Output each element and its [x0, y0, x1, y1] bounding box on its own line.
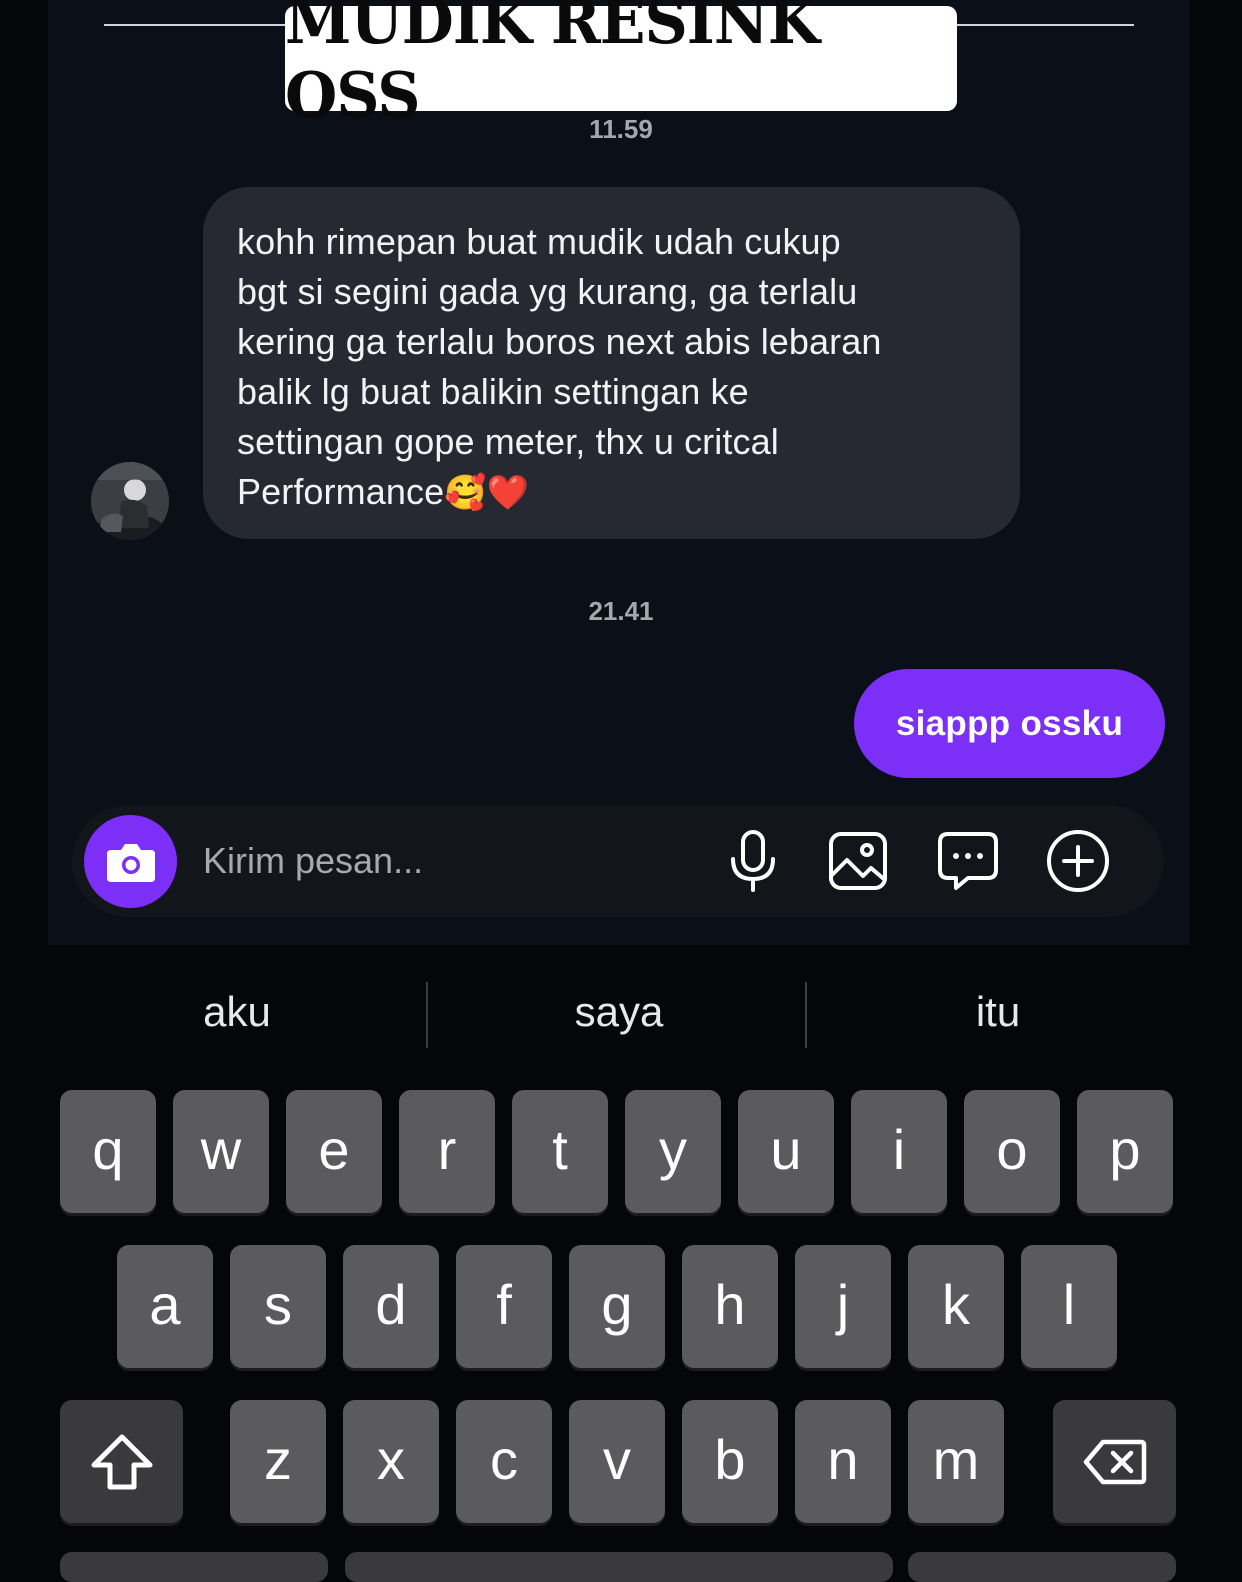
suggestion-2[interactable]: saya — [434, 988, 804, 1036]
gallery-icon — [829, 832, 887, 890]
key-l[interactable]: l — [1021, 1245, 1117, 1368]
header-divider-right — [956, 24, 1134, 26]
page-title: MUDIK RESINK OSS — [285, 0, 820, 132]
key-h[interactable]: h — [682, 1245, 778, 1368]
message-text: siappp ossku — [895, 703, 1124, 743]
shift-icon — [91, 1434, 152, 1489]
avatar-photo — [91, 462, 169, 540]
key-g[interactable]: g — [569, 1245, 665, 1368]
backspace-key[interactable] — [1053, 1400, 1176, 1523]
message-timestamp: 21.41 — [588, 596, 654, 626]
title-banner: MUDIK RESINK OSS — [285, 0, 957, 132]
key-w[interactable]: w — [173, 1090, 269, 1213]
numbers-key[interactable] — [60, 1552, 328, 1582]
suggestion-3[interactable]: itu — [813, 988, 1183, 1036]
key-x[interactable]: x — [343, 1400, 439, 1523]
message-emoji: 🥰❤️ — [444, 474, 530, 512]
key-u[interactable]: u — [738, 1090, 834, 1213]
backspace-icon — [1083, 1439, 1146, 1484]
key-c[interactable]: c — [456, 1400, 552, 1523]
gallery-button[interactable] — [823, 826, 893, 896]
key-k[interactable]: k — [908, 1245, 1004, 1368]
camera-icon — [106, 843, 155, 882]
message-timestamp: 11.59 — [589, 114, 653, 144]
key-m[interactable]: m — [908, 1400, 1004, 1523]
key-v[interactable]: v — [569, 1400, 665, 1523]
space-key[interactable] — [345, 1552, 893, 1582]
suggestion-divider — [426, 982, 428, 1048]
return-key[interactable] — [908, 1552, 1176, 1582]
outgoing-message-bubble[interactable]: siappp ossku — [854, 669, 1165, 778]
key-o[interactable]: o — [964, 1090, 1060, 1213]
key-b[interactable]: b — [682, 1400, 778, 1523]
key-e[interactable]: e — [286, 1090, 382, 1213]
camera-button[interactable] — [84, 815, 177, 908]
key-r[interactable]: r — [399, 1090, 495, 1213]
message-input[interactable] — [203, 836, 683, 886]
key-f[interactable]: f — [456, 1245, 552, 1368]
incoming-message-bubble[interactable]: kohh rimepan buat mudik udah cukup bgt s… — [203, 187, 1020, 539]
sticker-button[interactable] — [933, 826, 1003, 896]
suggestion-1[interactable]: aku — [52, 988, 422, 1036]
key-j[interactable]: j — [795, 1245, 891, 1368]
microphone-icon — [731, 830, 775, 892]
key-i[interactable]: i — [851, 1090, 947, 1213]
header-divider-left — [104, 24, 286, 26]
avatar[interactable] — [91, 462, 169, 540]
key-z[interactable]: z — [230, 1400, 326, 1523]
plus-icon — [1047, 830, 1109, 892]
key-t[interactable]: t — [512, 1090, 608, 1213]
sticker-icon — [938, 832, 998, 890]
message-text: kohh rimepan buat mudik udah cukup bgt s… — [237, 221, 882, 512]
shift-key[interactable] — [60, 1400, 183, 1523]
plus-button[interactable] — [1043, 826, 1113, 896]
key-d[interactable]: d — [343, 1245, 439, 1368]
key-y[interactable]: y — [625, 1090, 721, 1213]
suggestion-divider — [805, 982, 807, 1048]
key-s[interactable]: s — [230, 1245, 326, 1368]
key-p[interactable]: p — [1077, 1090, 1173, 1213]
key-q[interactable]: q — [60, 1090, 156, 1213]
key-n[interactable]: n — [795, 1400, 891, 1523]
key-a[interactable]: a — [117, 1245, 213, 1368]
microphone-button[interactable] — [718, 826, 788, 896]
